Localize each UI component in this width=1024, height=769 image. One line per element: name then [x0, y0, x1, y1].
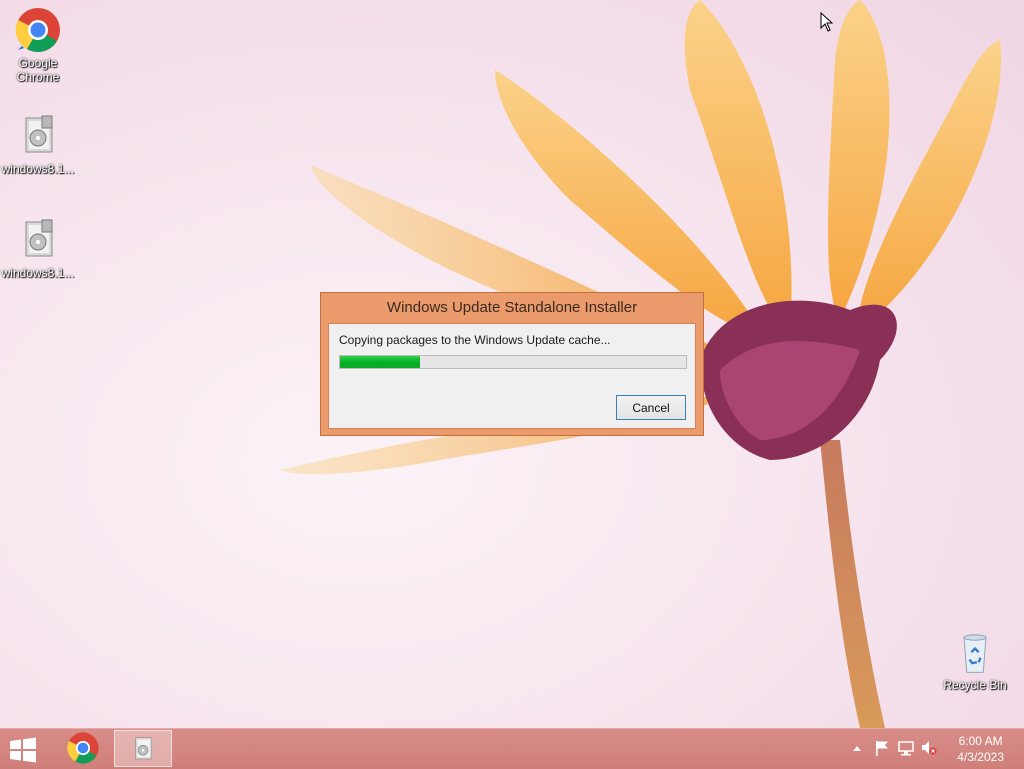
- desktop-icon-recycle-bin[interactable]: Recycle Bin: [937, 632, 1013, 692]
- show-hidden-icons-chevron-icon[interactable]: [851, 737, 863, 759]
- taskbar-item-chrome[interactable]: [54, 730, 112, 767]
- volume-muted-icon[interactable]: [920, 737, 938, 759]
- installer-package-icon: [25, 219, 53, 257]
- network-icon[interactable]: [897, 737, 915, 759]
- mouse-cursor-icon: [820, 12, 834, 32]
- dialog-title: Windows Update Standalone Installer: [386, 299, 638, 316]
- desktop-icon-label: windows8.1...: [1, 266, 75, 280]
- installer-dialog: Windows Update Standalone Installer Copy…: [320, 292, 704, 436]
- desktop-icon-label: Google Chrome: [16, 56, 60, 84]
- system-clock[interactable]: 6:00 AM 4/3/2023: [957, 733, 1004, 765]
- chrome-icon: [67, 732, 99, 764]
- recycle-bin-icon: [963, 634, 987, 673]
- chrome-icon: [15, 8, 60, 52]
- installer-package-icon: [25, 115, 53, 153]
- installer-package-icon: [135, 737, 153, 760]
- desktop-icon-label: Recycle Bin: [943, 678, 1007, 692]
- cancel-button[interactable]: Cancel: [616, 395, 686, 420]
- clock-date: 4/3/2023: [957, 750, 1004, 764]
- taskbar: 6:00 AM 4/3/2023: [0, 728, 1024, 769]
- desktop-icon-label: windows8.1...: [1, 162, 75, 176]
- progress-bar-fill: [340, 356, 420, 368]
- clock-time: 6:00 AM: [958, 734, 1003, 748]
- progress-bar: [339, 355, 687, 369]
- desktop-icon-installer-2[interactable]: windows8.1...: [0, 216, 76, 280]
- action-center-flag-icon[interactable]: [873, 737, 891, 759]
- desktop-icon-installer-1[interactable]: windows8.1...: [0, 112, 76, 176]
- taskbar-item-installer[interactable]: [114, 730, 172, 767]
- desktop-icon-chrome[interactable]: Google Chrome: [0, 6, 76, 84]
- status-message: Copying packages to the Windows Update c…: [339, 333, 611, 347]
- windows-logo-icon[interactable]: [8, 737, 38, 763]
- dialog-body: Copying packages to the Windows Update c…: [328, 323, 696, 429]
